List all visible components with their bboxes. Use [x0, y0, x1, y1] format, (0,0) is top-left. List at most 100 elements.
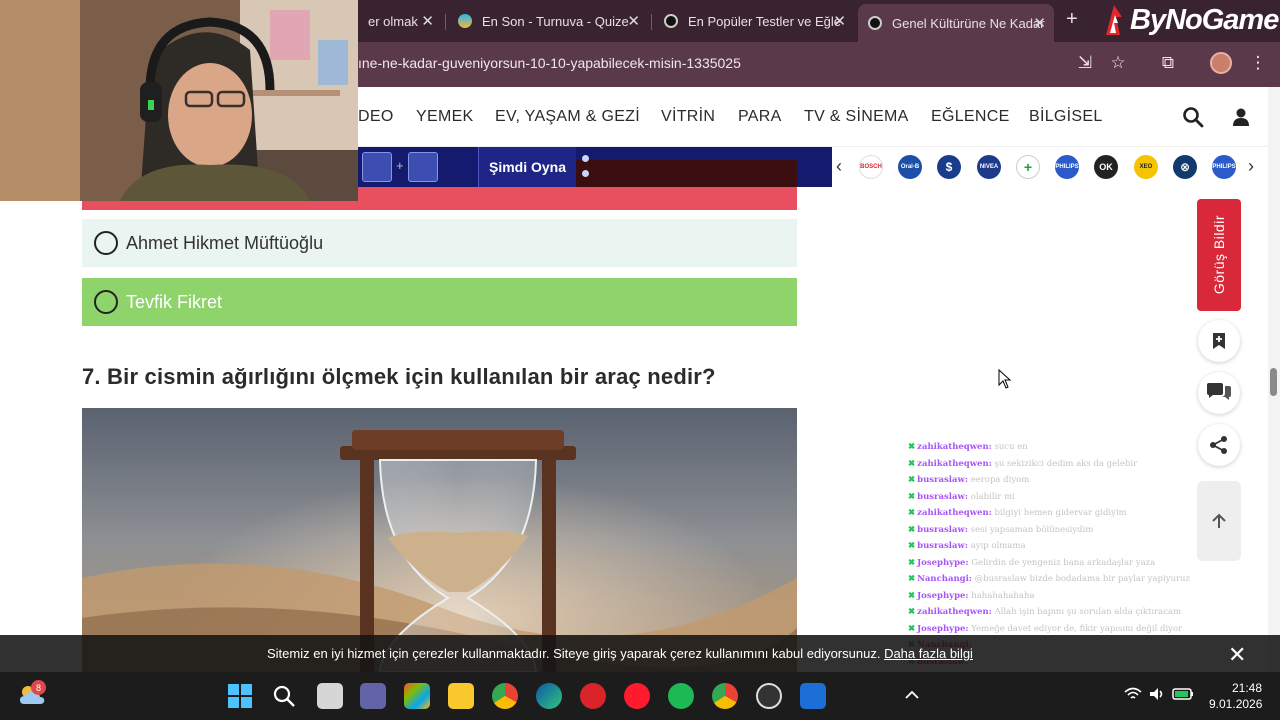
nav-item-vitrin[interactable]: VİTRİN: [661, 108, 715, 126]
nav-item-yemek[interactable]: YEMEK: [416, 108, 474, 126]
answer-label: Ahmet Hikmet Müftüoğlu: [126, 232, 324, 253]
menu-dots-icon[interactable]: ⋮: [1247, 53, 1269, 75]
quize-favicon-icon: [458, 14, 472, 28]
wifi-icon[interactable]: [1124, 686, 1142, 702]
flame-icon: [1106, 5, 1122, 35]
user-icon[interactable]: [1230, 106, 1252, 128]
brand-logo-globe[interactable]: ⊗: [1173, 155, 1197, 179]
clock-time[interactable]: 21:48: [1232, 681, 1262, 695]
brand-logo-philips[interactable]: PHILIPS: [1055, 155, 1079, 179]
app-icon[interactable]: [800, 683, 826, 709]
jeans-promo-icon[interactable]: [362, 152, 392, 182]
chat-badge-icon: ✖: [908, 524, 916, 535]
nav-item-video[interactable]: DEO: [358, 108, 394, 126]
chat-username: zahikatheqwen:: [917, 508, 992, 518]
install-app-icon[interactable]: ⇲: [1074, 53, 1096, 75]
nav-item-eglence[interactable]: EĞLENCE: [931, 108, 1010, 126]
search-icon[interactable]: [272, 684, 296, 708]
close-tab-icon[interactable]: ✕: [1033, 14, 1046, 32]
brand-logo-cross[interactable]: +: [1016, 155, 1040, 179]
chat-badge-icon: ✖: [908, 607, 916, 617]
chat-message: ✖ Nanchangi: @busraslaw bizde bodadama bi…: [908, 571, 1208, 588]
brand-logo-bosch[interactable]: BOSCH: [859, 155, 883, 179]
radio-circle-icon[interactable]: [94, 290, 118, 314]
close-tab-icon[interactable]: ✕: [421, 12, 434, 30]
browser-tab[interactable]: er olmak ✕: [358, 6, 442, 36]
site-favicon-icon: [868, 16, 882, 30]
chat-text: sesi yapsaman bölünesiydim: [970, 524, 1094, 535]
comments-icon: [1207, 383, 1231, 400]
play-now-button[interactable]: Şimdi Oyna: [478, 147, 576, 187]
obs-icon[interactable]: [756, 683, 782, 709]
logo-text: ByNoGame: [1130, 3, 1279, 36]
add-bookmark-button[interactable]: [1198, 320, 1240, 362]
mouse-cursor-icon: [998, 369, 1012, 389]
chat-badge-icon: ✖: [908, 491, 916, 502]
new-tab-plus-icon[interactable]: +: [1066, 8, 1078, 31]
spotify-icon[interactable]: [668, 683, 694, 709]
chat-username: Nanchangi:: [917, 574, 972, 584]
clock-date[interactable]: 9.01.2026: [1209, 697, 1262, 711]
browser-tab[interactable]: En Son - Turnuva - Quize ✕: [448, 6, 648, 36]
teams-icon[interactable]: [360, 683, 386, 709]
bag-promo-icon[interactable]: [408, 152, 438, 182]
brand-logo-nivea[interactable]: NIVEA: [977, 155, 1001, 179]
chat-username: busraslaw:: [917, 475, 968, 485]
extensions-icon[interactable]: ⧉: [1157, 53, 1179, 75]
brand-logo-ok[interactable]: OK: [1094, 155, 1118, 179]
radio-circle-icon[interactable]: [94, 231, 118, 255]
nav-item-para[interactable]: PARA: [738, 108, 782, 126]
chat-username: zahikatheqwen:: [917, 458, 992, 469]
chat-username: Josephype:: [917, 557, 969, 568]
volume-icon[interactable]: [1148, 686, 1166, 702]
more-info-link[interactable]: Daha fazla bilgi: [884, 646, 973, 661]
comments-button[interactable]: [1198, 372, 1240, 414]
battery-icon[interactable]: [1172, 687, 1194, 701]
brand-logo-xeo[interactable]: XEO: [1134, 155, 1158, 179]
chat-message: ✖ busraslaw: sesi yapsaman bölünesiydim: [908, 522, 1208, 539]
url-field[interactable]: ıne-ne-kadar-guveniyorsun-10-10-yapabile…: [358, 55, 741, 71]
brand-logo-oralb[interactable]: Oral-B: [898, 155, 922, 179]
chat-badge-icon: ✖: [908, 574, 916, 584]
edge-icon[interactable]: [536, 683, 562, 709]
nav-item-bilgisel[interactable]: BİLGİSEL: [1029, 108, 1103, 126]
answer-option[interactable]: Ahmet Hikmet Müftüoğlu: [82, 219, 797, 267]
windows-start-icon[interactable]: [227, 683, 253, 709]
chrome-icon[interactable]: [492, 683, 518, 709]
browser-tab-active[interactable]: Genel Kültürüne Ne Kadar ✕: [858, 4, 1054, 42]
task-view-icon[interactable]: [317, 683, 343, 709]
browser-tab[interactable]: En Popüler Testler ve Eğle ✕: [654, 6, 854, 36]
file-explorer-icon[interactable]: [448, 683, 474, 709]
brand-logo-dollar[interactable]: $: [937, 155, 961, 179]
nav-item-tv-sinema[interactable]: TV & SİNEMA: [804, 108, 909, 126]
store-icon[interactable]: [404, 683, 430, 709]
bookmark-add-icon: [1213, 333, 1225, 349]
chrome-profile-icon[interactable]: [712, 683, 738, 709]
profile-avatar[interactable]: [1210, 52, 1232, 74]
chat-badge-icon: ✖: [908, 590, 916, 601]
cookie-text: Sitemiz en iyi hizmet için çerezler kull…: [267, 646, 881, 661]
feedback-tab[interactable]: Görüş Bildir: [1197, 199, 1241, 311]
page-scroll-thumb[interactable]: [1270, 368, 1277, 396]
chat-text: sucu en: [994, 442, 1028, 452]
chevron-left-icon[interactable]: ‹: [836, 156, 842, 177]
close-tab-icon[interactable]: ✕: [627, 12, 640, 30]
close-tab-icon[interactable]: ✕: [833, 12, 846, 30]
site-favicon-icon: [664, 14, 678, 28]
close-icon[interactable]: ✕: [1228, 642, 1246, 668]
notification-badge: 8: [31, 680, 46, 695]
search-icon[interactable]: [1182, 106, 1204, 128]
video-player-icon[interactable]: [580, 683, 606, 709]
chat-badge-icon: ✖: [908, 442, 916, 452]
answer-option-correct[interactable]: Tevfik Fikret: [82, 278, 797, 326]
opera-icon[interactable]: [624, 683, 650, 709]
nav-item-ev-yasam-gezi[interactable]: EV, YAŞAM & GEZİ: [495, 108, 640, 126]
brand-logo-philips[interactable]: PHILIPS: [1212, 155, 1236, 179]
chevron-right-icon[interactable]: ›: [1248, 156, 1254, 177]
chat-username: busraslaw:: [917, 524, 968, 535]
chat-badge-icon: ✖: [908, 508, 916, 518]
tab-title: En Popüler Testler ve Eğle: [688, 13, 841, 29]
chevron-up-icon[interactable]: [904, 688, 920, 702]
carousel-dots-icon[interactable]: [582, 155, 590, 181]
bookmark-star-icon[interactable]: ☆: [1107, 53, 1129, 75]
